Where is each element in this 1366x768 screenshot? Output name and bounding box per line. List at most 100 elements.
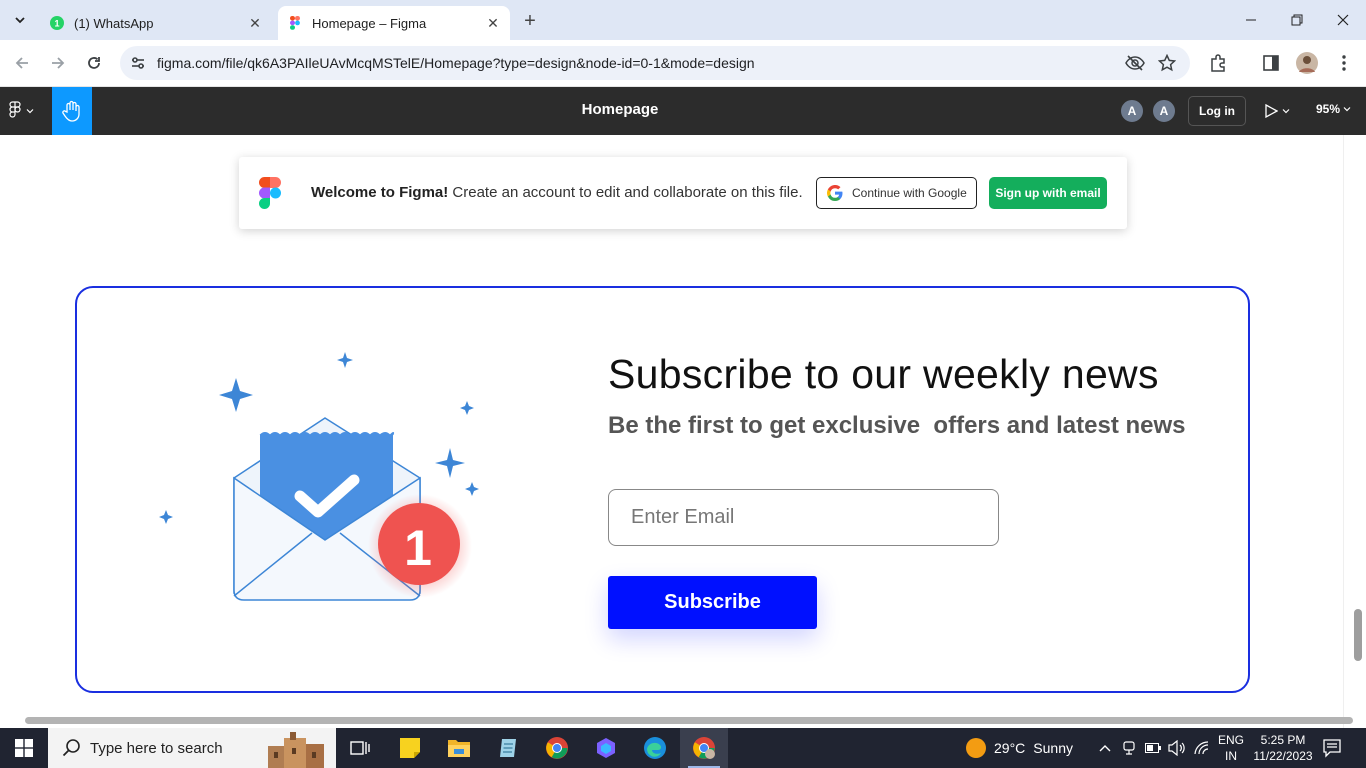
system-clock[interactable]: 5:25 PM 11/22/2023: [1252, 732, 1314, 764]
figma-logo-icon: [259, 177, 281, 209]
copilot-app[interactable]: [582, 728, 630, 768]
chevron-down-icon: [1282, 109, 1290, 114]
figma-logo-icon: [290, 16, 300, 30]
minimize-button[interactable]: [1228, 0, 1274, 40]
figma-header: Homepage A A: [0, 87, 1366, 135]
vertical-scrollbar-thumb[interactable]: [1354, 609, 1362, 661]
sign-up-with-email-button[interactable]: Sign up with email: [989, 177, 1107, 209]
browser-tab-strip: 1 (1) WhatsApp ✕ Homepage – Figma ✕ +: [0, 0, 1366, 40]
reload-icon: [88, 57, 100, 69]
url-text[interactable]: figma.com/file/qk6A3PAIleUAvMcqMSTelE/Ho…: [157, 55, 755, 71]
arrow-left-icon: [15, 57, 28, 69]
sun-icon: [966, 738, 986, 758]
extensions-icon[interactable]: [1207, 52, 1229, 74]
edge-app[interactable]: [631, 728, 679, 768]
chrome-app[interactable]: [533, 728, 581, 768]
tab-figma-homepage[interactable]: Homepage – Figma ✕: [278, 6, 510, 40]
search-icon: [62, 739, 80, 757]
chevron-up-icon: [1099, 745, 1111, 752]
meet-now-icon[interactable]: [1120, 728, 1138, 768]
google-logo-icon: [827, 185, 843, 201]
google-button-label: Continue with Google: [852, 186, 967, 200]
welcome-message: Welcome to Figma! Create an account to e…: [311, 184, 803, 201]
windows-taskbar: Type here to search 29°C Sunny ENG IN 5:…: [0, 728, 1366, 768]
figma-menu-icon: [9, 101, 21, 118]
task-view-button[interactable]: [336, 728, 384, 768]
tab-search-button[interactable]: [6, 6, 34, 34]
battery-icon[interactable]: [1143, 728, 1163, 768]
zoom-level: 95%: [1316, 102, 1341, 116]
eye-off-icon[interactable]: [1125, 53, 1145, 73]
horizontal-scrollbar[interactable]: [25, 717, 1353, 724]
edge-icon: [644, 737, 666, 759]
minimize-icon: [1246, 19, 1256, 21]
clock-time: 5:25 PM: [1260, 733, 1306, 747]
more-menu-icon[interactable]: [1333, 52, 1355, 74]
back-button[interactable]: [8, 49, 36, 77]
hand-tool-button[interactable]: [52, 87, 92, 135]
subscribe-heading: Subscribe to our weekly news: [608, 351, 1159, 397]
weather-description: Sunny: [1033, 740, 1073, 756]
taskbar-search[interactable]: Type here to search: [48, 728, 336, 768]
file-explorer-app[interactable]: [435, 728, 483, 768]
close-tab-icon[interactable]: ✕: [482, 12, 504, 34]
present-button[interactable]: [1264, 99, 1300, 123]
bookmark-star-icon[interactable]: [1157, 53, 1177, 73]
svg-text:1: 1: [54, 19, 59, 29]
avatar[interactable]: A: [1152, 99, 1176, 123]
tab-whatsapp[interactable]: 1 (1) WhatsApp ✕: [40, 6, 272, 40]
sticky-notes-app[interactable]: [386, 728, 434, 768]
forward-button[interactable]: [44, 49, 72, 77]
tab-title: (1) WhatsApp: [74, 15, 154, 31]
search-highlight-illustration: [268, 732, 324, 768]
email-field[interactable]: Enter Email: [608, 489, 999, 546]
welcome-heading: Welcome to Figma!: [311, 184, 449, 201]
show-hidden-icons-button[interactable]: [1096, 728, 1114, 768]
restore-icon: [1291, 14, 1303, 26]
notification-center-icon[interactable]: [1322, 738, 1342, 758]
figma-canvas[interactable]: Welcome to Figma! Create an account to e…: [0, 135, 1366, 728]
subscribe-frame[interactable]: 1 Subscribe to our weekly news Be the fi…: [75, 286, 1250, 693]
continue-with-google-button[interactable]: Continue with Google: [816, 177, 977, 209]
envelope-illustration: [159, 352, 479, 601]
wifi-icon[interactable]: [1192, 728, 1212, 768]
login-button[interactable]: Log in: [1188, 96, 1246, 126]
weather-widget[interactable]: 29°C Sunny: [966, 728, 1073, 768]
start-button[interactable]: [0, 728, 48, 768]
hand-icon: [62, 100, 80, 122]
welcome-banner: Welcome to Figma! Create an account to e…: [239, 157, 1127, 229]
site-settings-icon[interactable]: [128, 53, 148, 73]
subscribe-subheading: Be the first to get exclusive offers and…: [608, 412, 1186, 439]
weather-temperature: 29°C: [994, 740, 1026, 756]
side-panel-icon[interactable]: [1260, 52, 1282, 74]
profile-avatar[interactable]: [1296, 52, 1318, 74]
chrome-profile-app[interactable]: [680, 728, 728, 768]
whatsapp-icon: 1: [50, 16, 64, 30]
folder-icon: [448, 740, 470, 757]
play-icon: [1265, 104, 1278, 118]
subscribe-button[interactable]: Subscribe: [608, 576, 817, 629]
reload-button[interactable]: [80, 49, 108, 77]
region-code: IN: [1225, 749, 1237, 763]
file-title[interactable]: Homepage: [520, 101, 720, 118]
close-tab-icon[interactable]: ✕: [244, 12, 266, 34]
language-code: ENG: [1217, 733, 1244, 747]
new-tab-button[interactable]: +: [516, 7, 544, 35]
close-window-button[interactable]: [1320, 0, 1366, 40]
chevron-down-icon: [15, 17, 25, 24]
windows-logo-icon: [15, 739, 33, 757]
notification-badge-count: 1: [404, 520, 432, 576]
volume-icon[interactable]: [1167, 728, 1187, 768]
input-language-indicator[interactable]: ENG IN: [1214, 732, 1248, 764]
notepad-icon: [500, 739, 516, 757]
address-bar[interactable]: figma.com/file/qk6A3PAIleUAvMcqMSTelE/Ho…: [120, 46, 1190, 80]
restore-button[interactable]: [1274, 0, 1320, 40]
notepad-app[interactable]: [484, 728, 532, 768]
chevron-down-icon: [1343, 107, 1351, 112]
close-icon: [1337, 14, 1349, 26]
chrome-icon: [546, 737, 568, 759]
figma-main-menu[interactable]: [8, 99, 44, 123]
zoom-menu[interactable]: 95%: [1316, 102, 1351, 116]
avatar[interactable]: A: [1120, 99, 1144, 123]
copilot-icon: [597, 738, 615, 758]
